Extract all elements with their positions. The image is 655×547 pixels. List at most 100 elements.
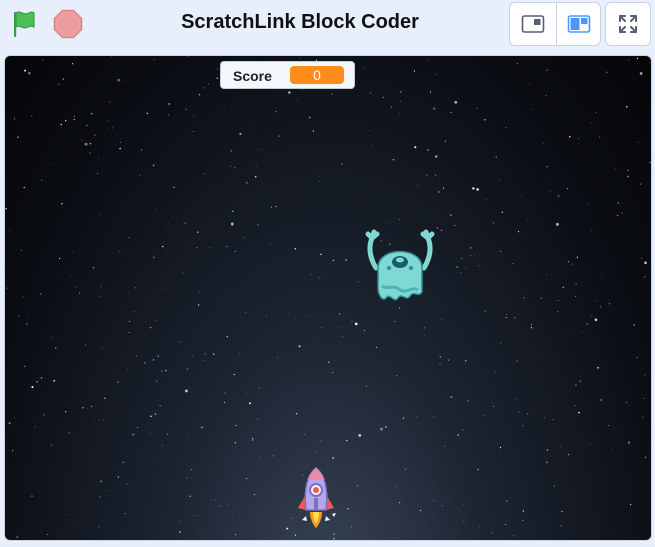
star (31, 386, 34, 389)
star (555, 222, 559, 226)
star (81, 139, 83, 141)
star (484, 119, 486, 121)
rocketship-sprite[interactable] (292, 466, 340, 530)
star (228, 504, 229, 505)
star (575, 283, 577, 285)
star (310, 274, 312, 275)
star (176, 217, 178, 219)
star (435, 155, 438, 158)
star (211, 498, 212, 500)
green-flag-icon (14, 11, 35, 37)
stage[interactable]: Score 0 (4, 55, 652, 541)
star (265, 147, 266, 148)
star (427, 149, 429, 151)
star (137, 427, 139, 429)
star (566, 188, 569, 190)
green-flag-button[interactable] (8, 8, 40, 40)
star (193, 515, 195, 517)
star (31, 495, 33, 498)
star (122, 468, 124, 470)
star (560, 525, 562, 527)
star (399, 113, 401, 115)
star (560, 446, 561, 447)
star (153, 256, 155, 258)
star (372, 145, 373, 147)
star (138, 406, 139, 408)
small-stage-icon (521, 15, 545, 33)
star (594, 318, 598, 322)
star (462, 520, 464, 522)
fullscreen-icon (619, 15, 637, 33)
star (516, 360, 518, 362)
star (25, 163, 26, 165)
star (328, 361, 330, 363)
star (432, 107, 436, 111)
ghost-monster-sprite[interactable] (364, 228, 436, 304)
star (531, 324, 533, 326)
star (117, 476, 120, 478)
star (196, 247, 198, 249)
star (255, 165, 257, 167)
star (186, 477, 188, 479)
star (545, 94, 547, 96)
star (128, 331, 130, 333)
star (167, 223, 169, 225)
star (498, 179, 501, 181)
star (156, 380, 158, 382)
score-monitor-value: 0 (290, 66, 344, 84)
star (99, 418, 100, 420)
small-stage-button[interactable] (510, 3, 557, 45)
star (404, 468, 406, 470)
star (223, 401, 225, 403)
star (41, 59, 44, 62)
star (197, 231, 199, 233)
star (644, 261, 647, 264)
star (315, 450, 317, 452)
star (615, 168, 616, 170)
star (375, 346, 378, 349)
star (60, 123, 63, 126)
star (572, 263, 574, 265)
star (153, 457, 154, 459)
score-monitor[interactable]: Score 0 (220, 61, 355, 89)
star (578, 411, 580, 414)
star (252, 438, 254, 440)
star (505, 126, 507, 129)
star (100, 295, 102, 297)
stop-button[interactable] (52, 8, 84, 40)
star (461, 258, 463, 260)
star (615, 360, 616, 361)
star (84, 63, 86, 64)
star (505, 316, 507, 318)
star (397, 538, 399, 540)
star (599, 398, 603, 402)
star (202, 416, 203, 417)
large-stage-button[interactable] (556, 3, 600, 45)
star (461, 62, 463, 63)
star (187, 56, 189, 57)
star (212, 469, 214, 470)
star (57, 83, 60, 86)
star (53, 379, 56, 382)
star (338, 327, 340, 329)
star (149, 433, 151, 434)
star (442, 187, 445, 189)
star (248, 402, 252, 405)
star (498, 285, 500, 287)
star (54, 347, 57, 349)
star (394, 320, 396, 322)
star (13, 417, 15, 419)
star (235, 534, 237, 536)
star (577, 138, 579, 140)
star (563, 265, 565, 266)
fullscreen-button[interactable] (605, 2, 651, 46)
star (122, 80, 124, 82)
star (5, 208, 7, 210)
star (501, 408, 503, 409)
star (294, 248, 297, 250)
star (257, 418, 259, 420)
star (420, 509, 422, 512)
star (72, 251, 74, 253)
star (461, 340, 463, 342)
star (184, 389, 188, 393)
